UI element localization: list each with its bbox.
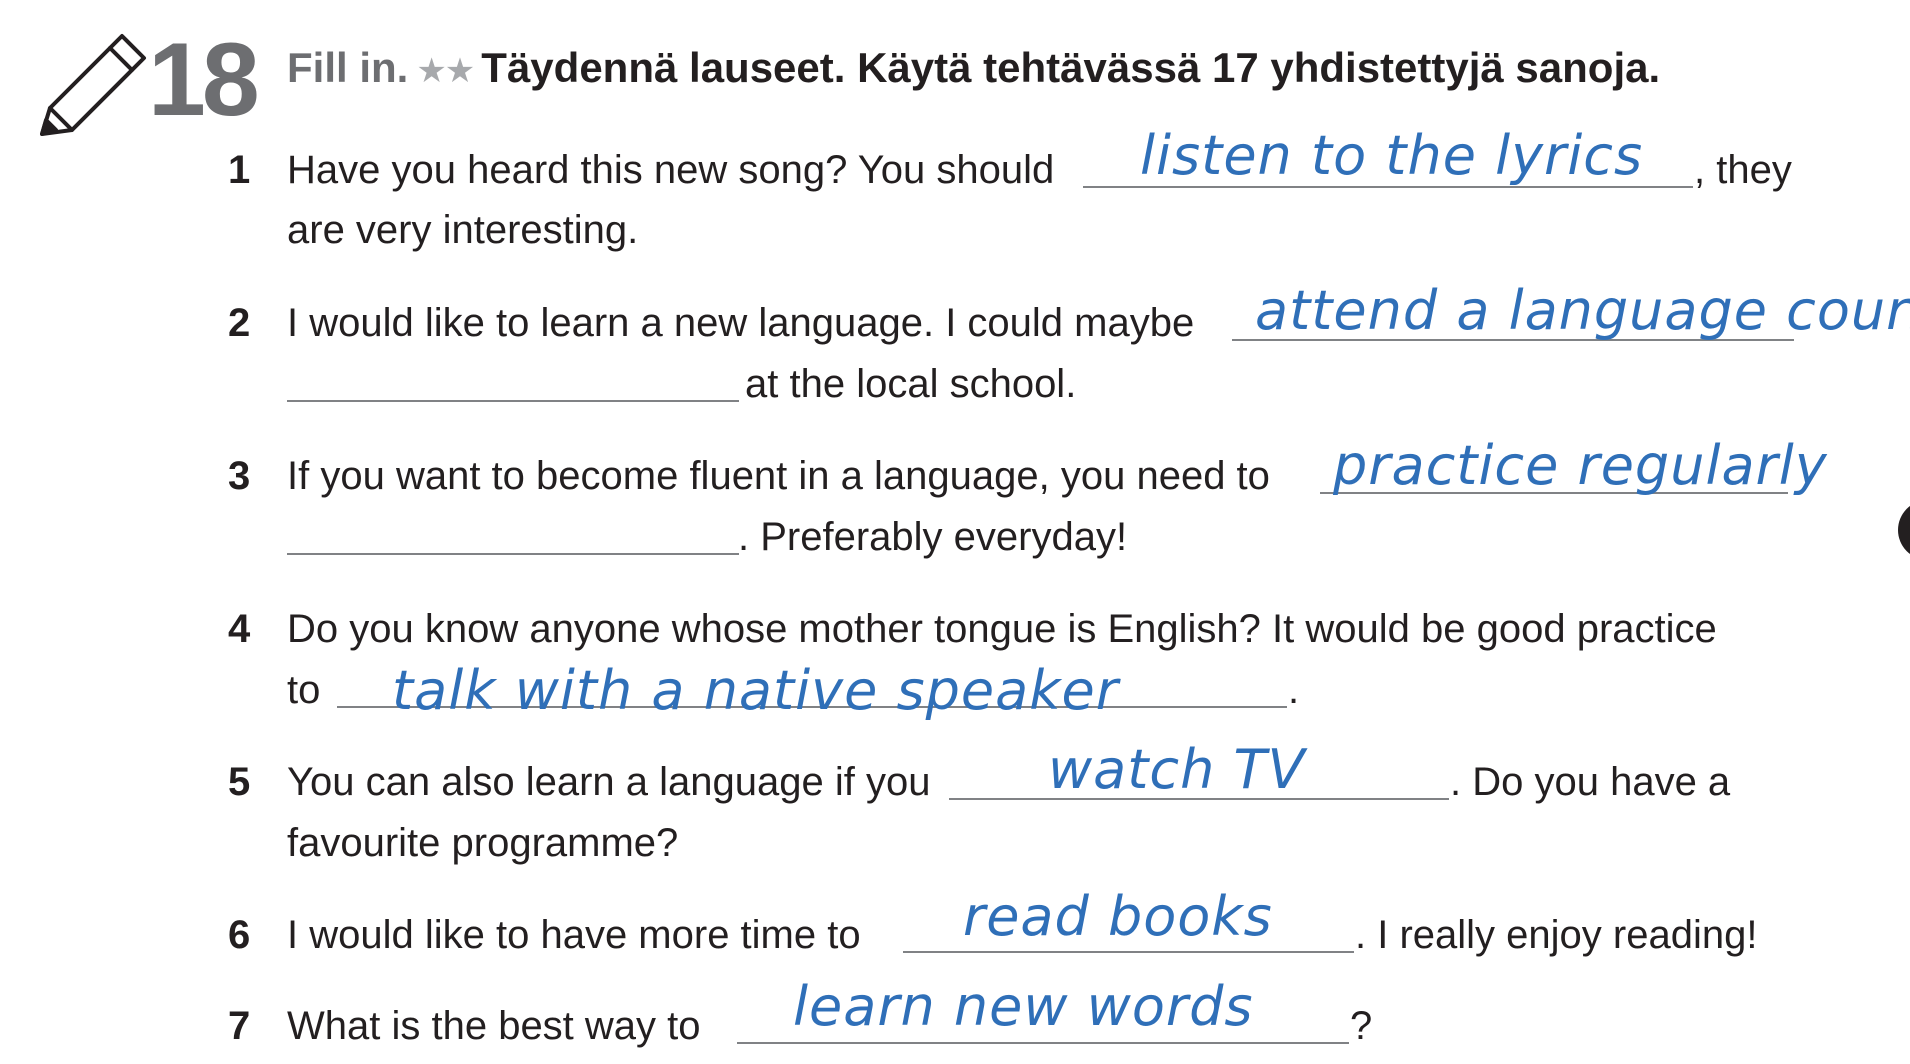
item-number: 7	[228, 1004, 251, 1048]
item-number: 2	[228, 301, 251, 345]
item-text: I would like to learn a new language. I …	[287, 301, 1195, 345]
answer-blank[interactable]	[737, 1042, 1349, 1044]
item-text: If you want to become fluent in a langua…	[287, 454, 1270, 498]
item-text: . I really enjoy reading!	[1355, 913, 1758, 957]
item-text: .	[1288, 668, 1300, 712]
instruction-finnish: Täydennä lauseet. Käytä tehtävässä 17 yh…	[481, 44, 1661, 91]
handwritten-answer: attend a language course	[1255, 279, 1910, 342]
instruction-english: Fill in.	[287, 44, 409, 91]
difficulty-stars-icon: ★★	[416, 52, 475, 90]
item-number: 6	[228, 913, 251, 957]
worksheet-page: 18 Fill in. ★★ Täydennä lauseet. Käytä teh…	[0, 0, 1910, 1064]
handwritten-answer: watch TV	[1048, 738, 1306, 801]
answer-blank[interactable]	[287, 553, 739, 555]
item-number: 3	[228, 454, 251, 498]
item-text: Have you heard this new song? You should	[287, 148, 1055, 192]
item-text: favourite programme?	[287, 821, 679, 865]
item-text: You can also learn a language if you	[287, 760, 931, 804]
handwritten-answer: learn new words	[793, 975, 1254, 1038]
item-text: ?	[1350, 1004, 1373, 1048]
pencil-icon	[40, 34, 146, 136]
exercise-instruction: Fill in. ★★ Täydennä lauseet. Käytä tehtäv…	[287, 40, 1660, 99]
item-number: 1	[228, 148, 251, 192]
answer-blank[interactable]	[287, 400, 739, 402]
answer-blank[interactable]	[903, 951, 1354, 953]
item-text: I would like to have more time to	[287, 913, 861, 957]
item-text: What is the best way to	[287, 1004, 701, 1048]
item-number: 4	[228, 607, 251, 651]
item-number: 5	[228, 760, 251, 804]
handwritten-answer: read books	[963, 885, 1273, 948]
item-text: . Do you have a	[1450, 760, 1731, 804]
handwritten-answer: practice regularly	[1333, 434, 1828, 497]
item-text: are very interesting.	[287, 208, 639, 252]
page-edge-mark	[1898, 500, 1910, 560]
item-text: . Preferably everyday!	[738, 515, 1128, 559]
handwritten-answer: listen to the lyrics	[1140, 124, 1644, 187]
item-text: , they	[1694, 148, 1792, 192]
item-text: Do you know anyone whose mother tongue i…	[287, 607, 1717, 651]
exercise-number: 18	[148, 22, 260, 138]
handwritten-answer: talk with a native speaker	[392, 659, 1119, 722]
item-text: at the local school.	[745, 362, 1077, 406]
item-text: to	[287, 668, 321, 712]
